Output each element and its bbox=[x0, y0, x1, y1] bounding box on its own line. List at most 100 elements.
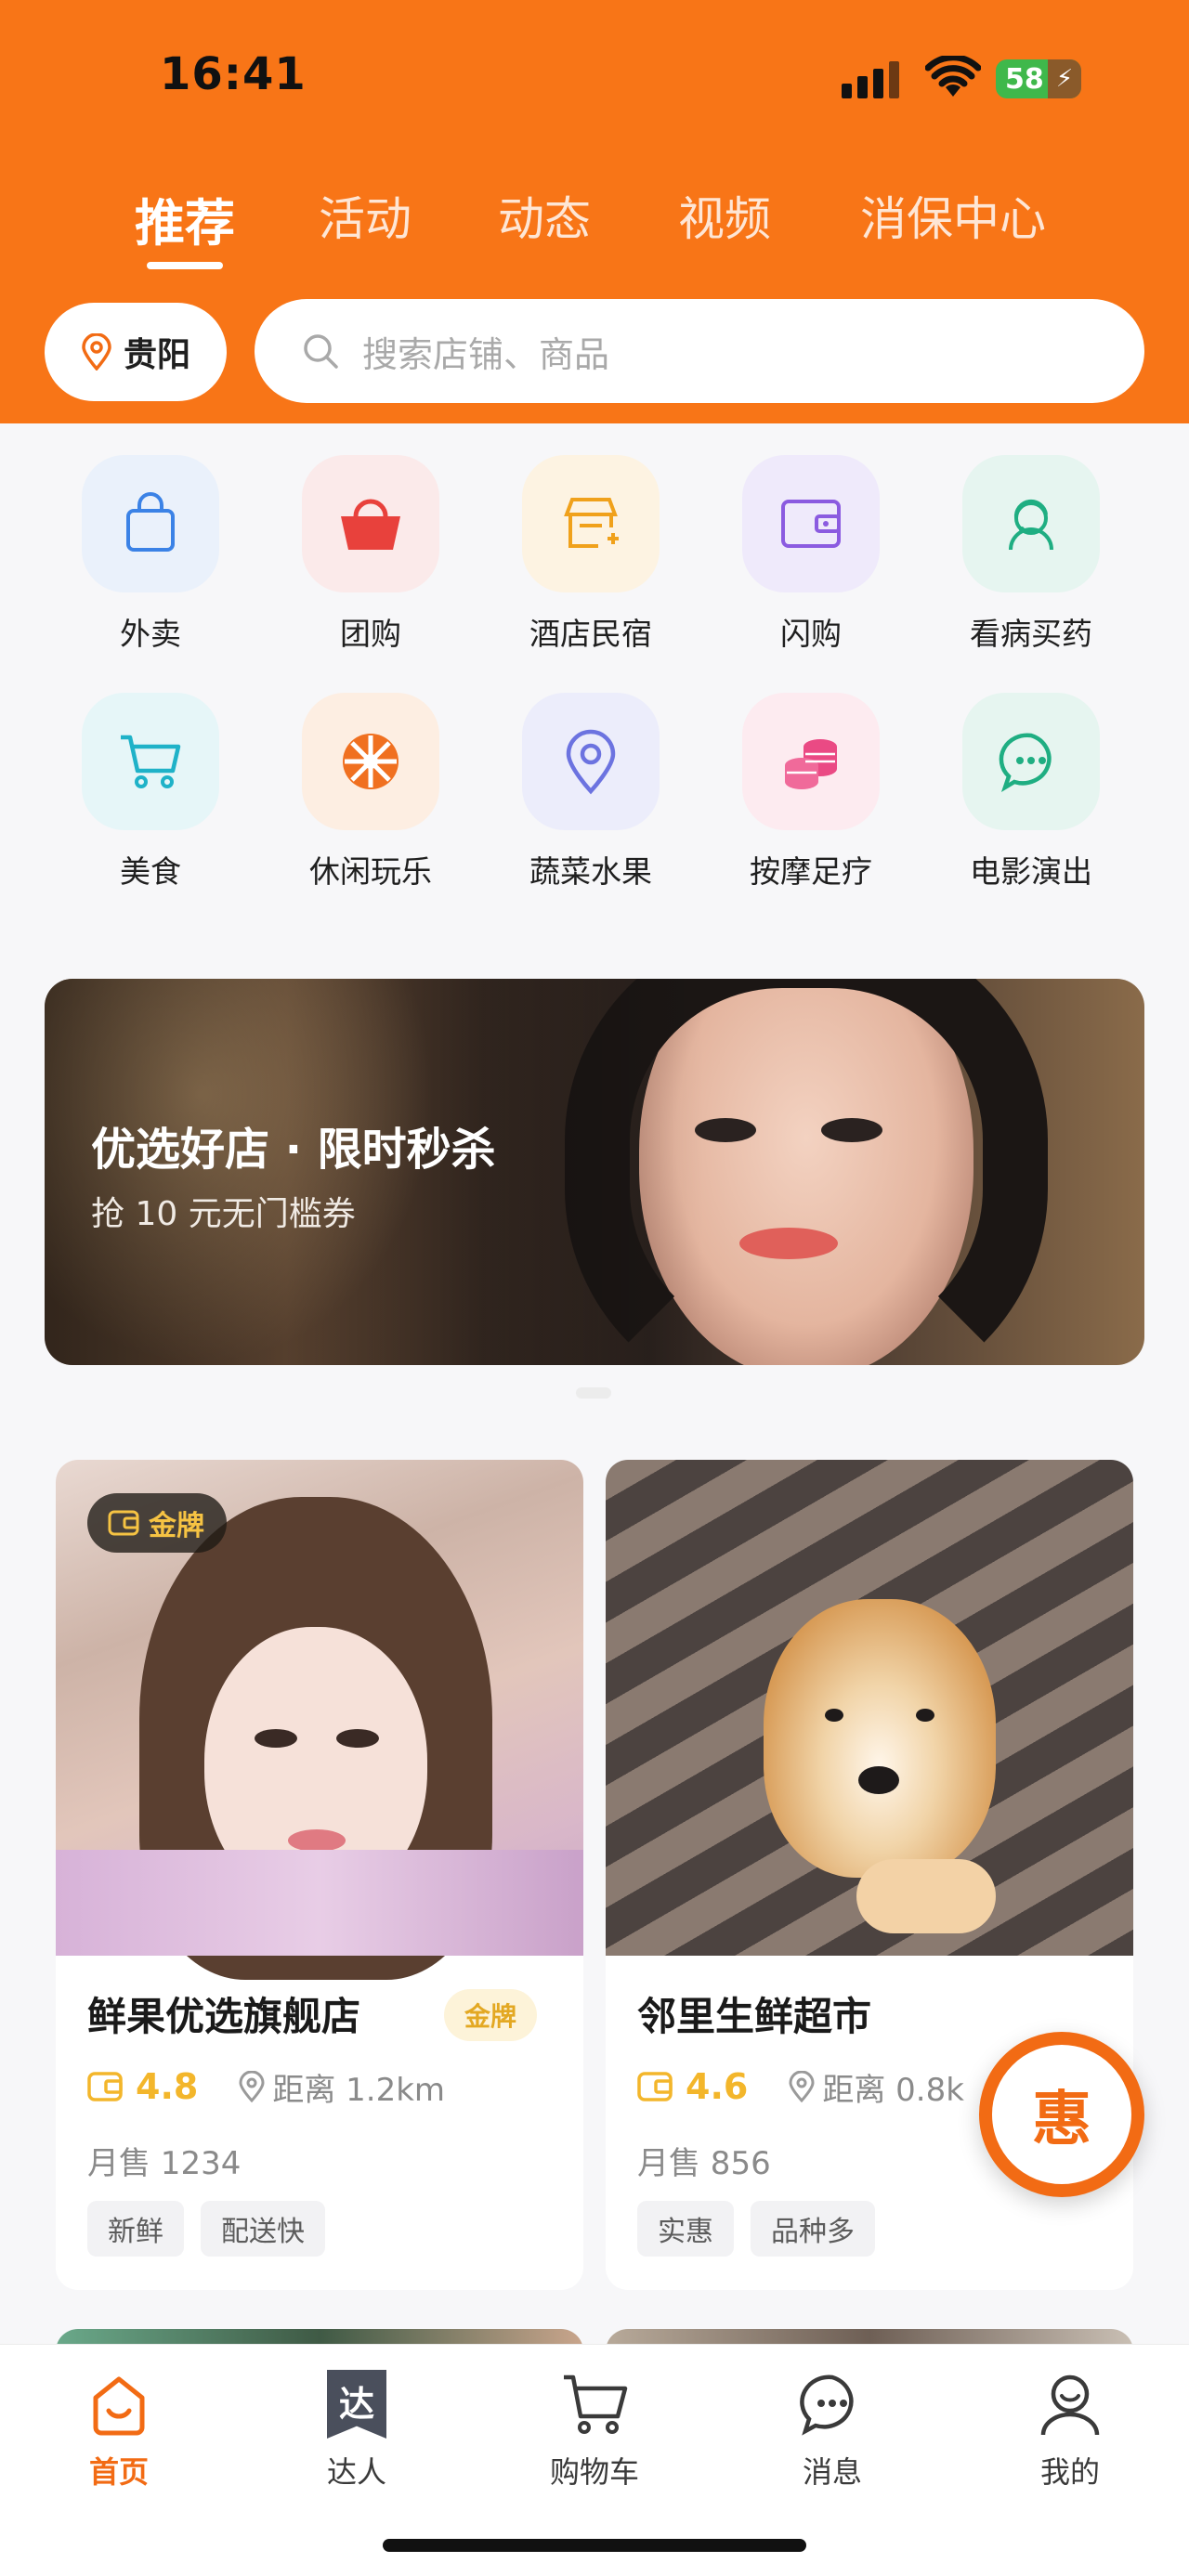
store-name: 鲜果优选旗舰店 bbox=[87, 1994, 361, 2039]
monthly-sales: 月售 856 bbox=[637, 2145, 771, 2182]
shopping-bag-icon bbox=[82, 455, 219, 592]
banner-pagination bbox=[576, 1387, 611, 1399]
banner-subtitle: 抢 10 元无门槛券 bbox=[91, 1195, 356, 1233]
nav-label: 消息 bbox=[802, 2454, 862, 2490]
top-tabs: 推荐 活动 动态 视频 消保中心 bbox=[0, 182, 1189, 275]
store-rating: 4.8 bbox=[136, 2066, 199, 2107]
signal-icon bbox=[842, 61, 903, 98]
search-input[interactable]: 搜索店铺、商品 bbox=[255, 299, 1144, 403]
nav-experts[interactable]: 达 达人 bbox=[282, 2365, 431, 2491]
battery-level: 58 bbox=[1005, 62, 1044, 96]
store-tags: 新鲜 配送快 bbox=[87, 2201, 325, 2257]
store-photo bbox=[606, 1460, 1133, 1956]
category-label: 休闲玩乐 bbox=[309, 853, 432, 890]
category-flash-buy[interactable]: 闪购 bbox=[701, 455, 921, 659]
store-tag: 品种多 bbox=[751, 2201, 875, 2257]
nav-profile[interactable]: 我的 bbox=[996, 2365, 1144, 2491]
wifi-icon bbox=[925, 56, 981, 97]
category-label: 闪购 bbox=[780, 616, 842, 652]
header: 16:41 58 ⚡ 推荐 活动 动态 视频 消保中心 贵阳 搜索店铺、商品 bbox=[0, 0, 1189, 423]
category-label: 美食 bbox=[120, 853, 181, 890]
location-pin-icon bbox=[82, 333, 111, 371]
category-produce[interactable]: 蔬菜水果 bbox=[481, 693, 700, 897]
status-time: 16:41 bbox=[160, 48, 307, 100]
distance-text: 距离 0.8k bbox=[822, 2071, 964, 2109]
expert-icon: 达 bbox=[318, 2365, 396, 2443]
store-tag: 实惠 bbox=[637, 2201, 734, 2257]
category-label: 按摩足疗 bbox=[750, 853, 872, 890]
chat-icon bbox=[962, 693, 1100, 830]
store-card[interactable]: 金牌 鲜果优选旗舰店 金牌 4.8 距离 1.2km 月售 1234 新鲜 配送… bbox=[56, 1460, 583, 2290]
location-pin-icon bbox=[239, 2071, 265, 2102]
category-label: 看病买药 bbox=[970, 616, 1092, 652]
battery-indicator: 58 ⚡ bbox=[996, 59, 1081, 98]
nav-label: 首页 bbox=[88, 2454, 149, 2490]
banner-title: 优选好店 · 限时秒杀 bbox=[91, 1124, 496, 1176]
nav-label: 达人 bbox=[326, 2454, 386, 2490]
nav-messages[interactable]: 消息 bbox=[758, 2365, 907, 2491]
category-label: 酒店民宿 bbox=[529, 616, 652, 652]
category-food[interactable]: 美食 bbox=[41, 693, 260, 897]
home-icon bbox=[80, 2365, 158, 2443]
tab-video[interactable]: 视频 bbox=[678, 182, 771, 249]
category-label: 蔬菜水果 bbox=[529, 853, 652, 890]
tab-recommend[interactable]: 推荐 bbox=[135, 182, 235, 255]
location-pin-icon bbox=[522, 693, 660, 830]
discount-fab-button[interactable]: 惠 bbox=[979, 2032, 1144, 2197]
rating-row: 4.6 距离 0.8k bbox=[637, 2062, 964, 2112]
category-leisure[interactable]: 休闲玩乐 bbox=[261, 693, 480, 897]
pagination-dot-active bbox=[576, 1387, 611, 1399]
nav-home[interactable]: 首页 bbox=[45, 2365, 193, 2491]
category-label: 外卖 bbox=[120, 616, 181, 652]
gold-badge-label: 金牌 bbox=[149, 1510, 204, 1542]
category-medical[interactable]: 看病买药 bbox=[921, 455, 1141, 659]
promo-banner[interactable]: 优选好店 · 限时秒杀 抢 10 元无门槛券 bbox=[45, 979, 1144, 1365]
city-name: 贵阳 bbox=[123, 336, 190, 374]
doctor-icon bbox=[962, 455, 1100, 592]
tab-activity[interactable]: 活动 bbox=[319, 182, 412, 249]
category-group-buy[interactable]: 团购 bbox=[261, 455, 480, 659]
search-icon bbox=[304, 334, 338, 369]
wallet-icon bbox=[108, 1510, 139, 1536]
active-tab-indicator bbox=[147, 262, 223, 269]
category-hotel[interactable]: 酒店民宿 bbox=[481, 455, 700, 659]
monthly-sales: 月售 1234 bbox=[87, 2145, 242, 2182]
store-tags: 实惠 品种多 bbox=[637, 2201, 875, 2257]
home-indicator bbox=[383, 2539, 806, 2552]
nav-label: 我的 bbox=[1039, 2454, 1100, 2490]
expert-icon-text: 达 bbox=[327, 2370, 386, 2439]
gold-tag: 金牌 bbox=[444, 1989, 538, 2041]
store-distance: 距离 1.2km bbox=[239, 2064, 445, 2110]
wallet-icon bbox=[742, 455, 880, 592]
wallet-icon bbox=[637, 2072, 673, 2101]
tab-feed[interactable]: 动态 bbox=[498, 182, 591, 249]
message-icon bbox=[793, 2365, 871, 2443]
rating-row: 4.8 距离 1.2km bbox=[87, 2062, 445, 2112]
basket-icon bbox=[302, 455, 439, 592]
nav-cart[interactable]: 购物车 bbox=[520, 2365, 669, 2491]
cart-icon bbox=[555, 2365, 634, 2443]
search-placeholder: 搜索店铺、商品 bbox=[362, 333, 610, 375]
store-name: 邻里生鲜超市 bbox=[637, 1994, 872, 2039]
wheel-icon bbox=[302, 693, 439, 830]
category-label: 团购 bbox=[340, 616, 401, 652]
location-pin-icon bbox=[789, 2071, 815, 2102]
nav-label: 购物车 bbox=[549, 2454, 639, 2490]
gold-badge: 金牌 bbox=[87, 1493, 227, 1553]
category-massage[interactable]: 按摩足疗 bbox=[701, 693, 921, 897]
profile-icon bbox=[1031, 2365, 1109, 2443]
tab-consumer-protection[interactable]: 消保中心 bbox=[860, 182, 1046, 249]
store-rating: 4.6 bbox=[686, 2066, 749, 2107]
category-takeout[interactable]: 外卖 bbox=[41, 455, 260, 659]
charging-icon: ⚡ bbox=[1048, 59, 1081, 98]
store-distance: 距离 0.8k bbox=[789, 2064, 964, 2110]
store-tag: 新鲜 bbox=[87, 2201, 184, 2257]
cart-icon bbox=[82, 693, 219, 830]
hotel-icon bbox=[522, 455, 660, 592]
store-tag: 配送快 bbox=[201, 2201, 325, 2257]
distance-text: 距离 1.2km bbox=[272, 2071, 446, 2109]
city-selector[interactable]: 贵阳 bbox=[45, 303, 227, 401]
coins-icon bbox=[742, 693, 880, 830]
category-movies[interactable]: 电影演出 bbox=[921, 693, 1141, 897]
category-label: 电影演出 bbox=[970, 853, 1092, 890]
